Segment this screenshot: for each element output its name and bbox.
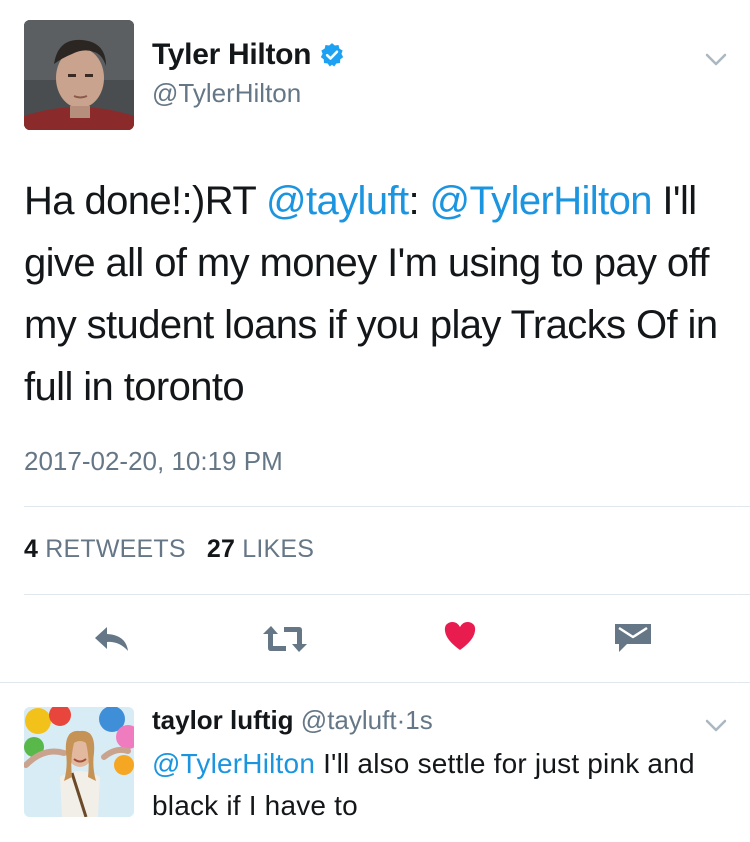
tweet-actions [0, 614, 750, 660]
author-avatar[interactable] [24, 20, 134, 130]
mention-link[interactable]: @tayluft [266, 179, 409, 223]
retweets-label: RETWEETS [45, 535, 186, 563]
reply-text: @TylerHilton I'll also settle for just p… [152, 743, 712, 827]
likes-label: LIKES [242, 535, 315, 563]
author-name[interactable]: Tyler Hilton [152, 38, 312, 72]
divider [24, 594, 750, 595]
retweet-icon[interactable] [262, 624, 308, 654]
verified-badge-icon [321, 43, 344, 67]
reply-author-handle[interactable]: @tayluft [301, 705, 397, 735]
divider [24, 506, 750, 507]
likes-stat[interactable]: 27 LIKES [207, 535, 314, 563]
tweet-text-prefix: Ha done!:)RT [24, 179, 266, 223]
heart-icon[interactable] [443, 620, 477, 652]
likes-count: 27 [206, 535, 236, 563]
chevron-down-icon[interactable] [705, 53, 727, 67]
retweets-stat[interactable]: 4 RETWEETS [24, 535, 186, 563]
reply-arrow-icon[interactable] [92, 624, 132, 654]
reply-separator: · [396, 705, 406, 735]
reply-header: taylor luftig @tayluft·1s [152, 705, 433, 736]
envelope-icon[interactable] [613, 622, 653, 654]
author-handle[interactable]: @TylerHilton [152, 78, 301, 109]
mention-link[interactable]: @TylerHilton [152, 748, 315, 779]
tweet-stats: 4 RETWEETS 27 LIKES [24, 535, 328, 564]
mention-link[interactable]: @TylerHilton [430, 179, 653, 223]
chevron-down-icon[interactable] [705, 719, 727, 733]
reply-tweet[interactable]: taylor luftig @tayluft·1s @TylerHilton I… [0, 683, 750, 842]
tweet-timestamp[interactable]: 2017-02-20, 10:19 PM [24, 446, 283, 477]
reply-author-avatar[interactable] [24, 707, 134, 817]
retweets-count: 4 [24, 535, 39, 563]
reply-author-name[interactable]: taylor luftig [152, 705, 294, 735]
tweet-text: Ha done!:)RT @tayluft: @TylerHilton I'll… [24, 170, 734, 418]
author-name-row: Tyler Hilton [152, 38, 345, 72]
reply-time[interactable]: 1s [405, 705, 432, 735]
tweet-text-colon: : [408, 179, 430, 223]
